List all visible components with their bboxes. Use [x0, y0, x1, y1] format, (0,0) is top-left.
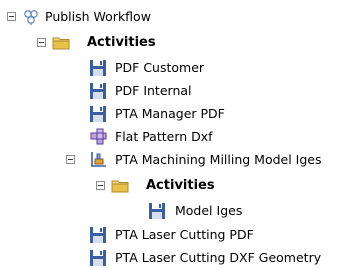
folder-icon — [111, 177, 129, 195]
tree-node-label: PDF Customer — [115, 60, 205, 75]
tree-node-label: PDF Internal — [115, 83, 192, 98]
tree-node-label: PTA Machining Milling Model Iges — [115, 152, 322, 167]
tree-node-label: Flat Pattern Dxf — [115, 129, 213, 144]
save-icon — [89, 226, 107, 244]
save-icon — [89, 59, 107, 77]
tree-node-pta-laser-cutting-dxf-geometry[interactable]: PTA Laser Cutting DXF Geometry — [0, 247, 358, 270]
tree-node-pdf-internal[interactable]: PDF Internal — [0, 80, 358, 103]
save-icon — [148, 202, 166, 220]
tree-node-label: Activities — [87, 35, 156, 50]
folder-icon — [52, 34, 70, 52]
save-icon — [89, 249, 107, 267]
activity-tree: Publish Workflow Activities PDF Customer — [0, 0, 358, 269]
tree-node-label: PTA Laser Cutting PDF — [115, 227, 254, 242]
tree-node-activities[interactable]: Activities — [0, 32, 358, 55]
machining-icon — [89, 151, 107, 169]
flat-pattern-icon — [89, 128, 107, 146]
tree-node-publish-workflow[interactable]: Publish Workflow — [0, 6, 358, 29]
tree-node-pdf-customer[interactable]: PDF Customer — [0, 57, 358, 80]
tree-node-label: Activities — [146, 178, 215, 193]
tree-node-model-iges[interactable]: Model Iges — [0, 200, 358, 223]
tree-node-label: Model Iges — [175, 203, 243, 218]
save-icon — [89, 82, 107, 100]
tree-node-pta-manager-pdf[interactable]: PTA Manager PDF — [0, 103, 358, 126]
tree-node-pta-machining-milling-model-iges[interactable]: PTA Machining Milling Model Iges — [0, 149, 358, 172]
tree-node-sub-activities[interactable]: Activities — [0, 175, 358, 198]
collapse-toggle[interactable] — [7, 12, 16, 21]
workflow-icon — [22, 8, 40, 26]
collapse-toggle[interactable] — [37, 38, 46, 47]
tree-node-label: PTA Laser Cutting DXF Geometry — [115, 250, 322, 265]
tree-node-flat-pattern-dxf[interactable]: Flat Pattern Dxf — [0, 126, 358, 149]
save-icon — [89, 105, 107, 123]
tree-node-label: PTA Manager PDF — [115, 106, 225, 121]
tree-node-pta-laser-cutting-pdf[interactable]: PTA Laser Cutting PDF — [0, 224, 358, 247]
tree-node-label: Publish Workflow — [45, 9, 151, 24]
collapse-toggle[interactable] — [96, 181, 105, 190]
collapse-toggle[interactable] — [66, 155, 75, 164]
